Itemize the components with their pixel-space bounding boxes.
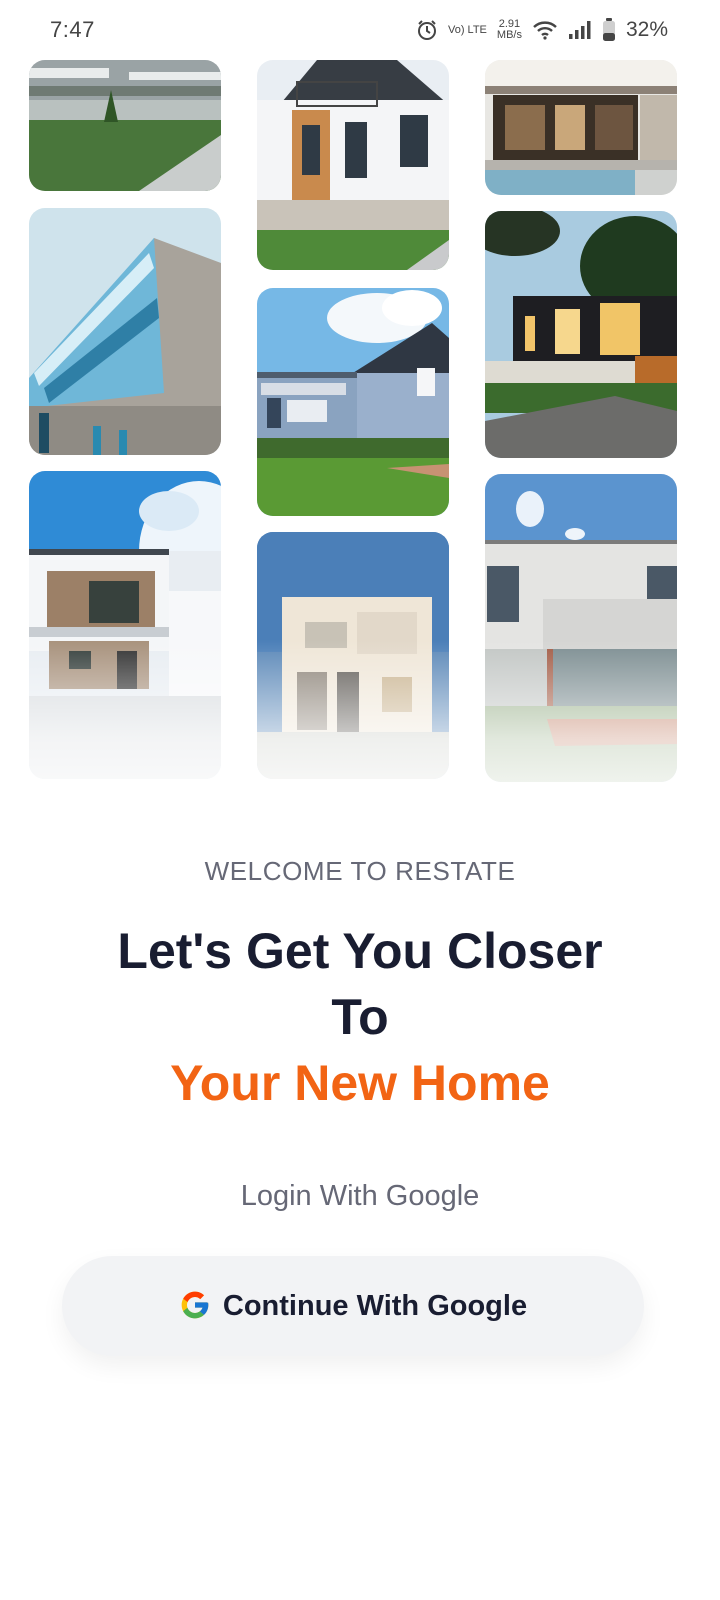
- google-g-icon: [179, 1289, 211, 1324]
- photo-dark-modern-house: [485, 211, 677, 458]
- headline-line1: Let's Get You Closer: [117, 923, 603, 979]
- status-icons: Vo) LTE 2.91 MB/s 32%: [416, 18, 668, 42]
- property-collage: [22, 60, 684, 820]
- photo-apartment-block: [29, 60, 221, 191]
- welcome-eyebrow: WELCOME TO RESTATE: [204, 856, 516, 886]
- photo-flat-roof-white-house: [485, 474, 677, 782]
- photo-angular-glass-building: [29, 208, 221, 455]
- speed-unit: MB/s: [496, 29, 522, 41]
- volte-indicator: Vo) LTE: [447, 23, 487, 36]
- headline-accent: Your New Home: [170, 1055, 550, 1111]
- battery-percent: 32%: [625, 18, 668, 41]
- continue-with-google-button[interactable]: Continue With Google: [62, 1256, 644, 1356]
- photo-cream-cube-house: [257, 532, 449, 779]
- headline: Let's Get You Closer To Your New Home: [40, 918, 680, 1116]
- status-bar: 7:47 Vo) LTE 2.91 MB/s 32%: [0, 0, 720, 60]
- signal-icon: [568, 20, 592, 40]
- status-time: 7:47: [50, 17, 95, 42]
- photo-blue-suburban-house: [257, 288, 449, 516]
- photo-white-two-story-house: [29, 471, 221, 779]
- photo-white-gabled-house: [257, 60, 449, 270]
- welcome-screen: 7:47 Vo) LTE 2.91 MB/s 32% WELCOME TO RE…: [0, 0, 720, 1600]
- alarm-icon: [416, 19, 438, 41]
- login-label: Login With Google: [240, 1180, 480, 1212]
- photo-modern-villa-pool: [485, 60, 677, 195]
- battery-icon: [602, 18, 616, 42]
- headline-line2: To: [331, 989, 389, 1045]
- google-button-label: Continue With Google: [222, 1289, 528, 1322]
- network-speed: 2.91 MB/s: [497, 19, 522, 41]
- wifi-icon: [532, 20, 558, 40]
